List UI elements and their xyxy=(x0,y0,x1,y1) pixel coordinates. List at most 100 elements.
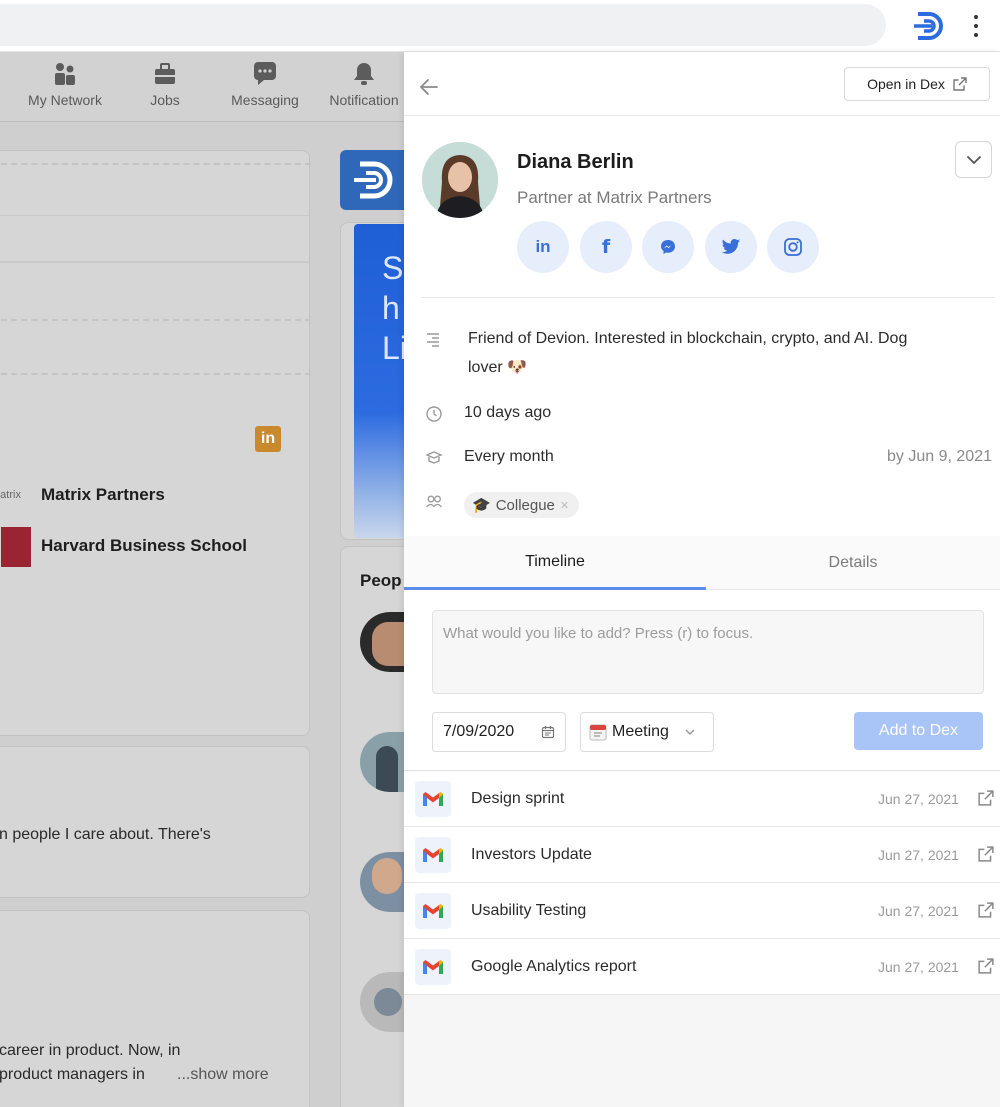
ad-letter: S xyxy=(382,250,404,286)
graduation-cap-icon: 🎓 xyxy=(472,497,491,514)
matrix-logo: matrix xyxy=(0,489,21,501)
nav-my-network[interactable]: My Network xyxy=(15,60,115,108)
linkedin-nav: My Network Jobs Messaging Notification xyxy=(0,52,404,122)
nav-label: My Network xyxy=(28,92,102,108)
note-input[interactable] xyxy=(432,610,984,694)
open-in-dex-label: Open in Dex xyxy=(867,76,945,92)
nav-label: Notification xyxy=(329,92,399,108)
nav-messaging[interactable]: Messaging xyxy=(215,60,315,108)
last-contacted: 10 days ago xyxy=(464,404,552,421)
divider xyxy=(422,297,994,298)
description-line: Friend of Devion. Interested in blockcha… xyxy=(468,330,908,347)
gmail-icon xyxy=(415,949,451,985)
timeline-list: Design sprint Jun 27, 2021 Investors Upd… xyxy=(404,770,1000,995)
bell-icon xyxy=(350,60,378,88)
instagram-icon[interactable] xyxy=(767,221,819,273)
browser-toolbar xyxy=(0,0,1000,52)
calendar-icon xyxy=(541,726,555,739)
twitter-icon[interactable] xyxy=(705,221,757,273)
nav-label: Messaging xyxy=(231,92,299,108)
panel-empty-area xyxy=(404,995,1000,1107)
type-value: Meeting xyxy=(612,723,669,740)
linkedin-logo-icon: in xyxy=(255,426,281,452)
timeline-date: Jun 27, 2021 xyxy=(878,958,959,975)
add-to-dex-button[interactable]: Add to Dex xyxy=(854,712,983,750)
reminder-due-date: by Jun 9, 2021 xyxy=(887,448,992,465)
tab-label: Details xyxy=(828,554,878,571)
remove-tag-icon[interactable]: ✕ xyxy=(560,499,569,512)
blue-ad-banner[interactable]: S h Li xyxy=(354,224,407,538)
kebab-menu-icon[interactable] xyxy=(968,12,984,40)
open-in-dex-button[interactable]: Open in Dex xyxy=(844,67,990,101)
tab-label: Timeline xyxy=(525,552,585,570)
tab-timeline[interactable]: Timeline xyxy=(404,536,706,590)
timeline-title: Usability Testing xyxy=(471,901,587,919)
gmail-icon xyxy=(415,893,451,929)
chat-bubble-icon xyxy=(251,60,279,88)
contact-title: Partner at Matrix Partners xyxy=(517,188,712,207)
contact-name: Diana Berlin xyxy=(517,151,634,173)
people-heading: Peop xyxy=(360,571,402,590)
ad-letter: h xyxy=(382,290,400,326)
reminder-frequency[interactable]: Every month xyxy=(464,442,554,471)
hbs-logo xyxy=(1,527,31,567)
contact-avatar xyxy=(422,142,498,218)
date-value: 7/09/2020 xyxy=(443,723,515,740)
external-link-icon[interactable] xyxy=(978,790,994,806)
timeline-item[interactable]: Usability Testing Jun 27, 2021 xyxy=(404,883,1000,939)
about-card: career in product. Now, in product manag… xyxy=(0,910,310,1107)
back-arrow-icon[interactable] xyxy=(418,76,440,98)
about-line-2: product managers in xyxy=(0,1066,145,1083)
tag-label: Collegue xyxy=(495,496,555,514)
messenger-icon[interactable] xyxy=(642,221,694,273)
tab-details[interactable]: Details xyxy=(706,536,1000,590)
tag-chip[interactable]: 🎓 Collegue ✕ xyxy=(464,492,580,518)
clock-icon xyxy=(424,404,444,424)
tabs-bar: Timeline Details xyxy=(404,536,1000,590)
timeline-item[interactable]: Investors Update Jun 27, 2021 xyxy=(404,827,1000,883)
gmail-icon xyxy=(415,781,451,817)
company-matrix[interactable]: Matrix Partners xyxy=(41,485,165,505)
gmail-icon xyxy=(415,837,451,873)
chevron-down-icon xyxy=(685,729,695,735)
post-card: n people I care about. There's xyxy=(0,746,310,898)
description-line: lover 🐶 xyxy=(468,359,528,376)
about-line-1: career in product. Now, in xyxy=(0,1042,181,1059)
timeline-title: Google Analytics report xyxy=(471,957,637,975)
timeline-date: Jun 27, 2021 xyxy=(878,790,959,807)
groups-icon xyxy=(424,492,444,512)
calendar-emoji-icon xyxy=(589,724,607,741)
timeline-item[interactable]: Google Analytics report Jun 27, 2021 xyxy=(404,939,1000,995)
timeline-title: Investors Update xyxy=(471,845,592,863)
timeline-date: Jun 27, 2021 xyxy=(878,846,959,863)
nav-notifications[interactable]: Notification xyxy=(314,60,414,108)
facebook-icon[interactable]: f xyxy=(580,221,632,273)
linkedin-icon[interactable]: in xyxy=(517,221,569,273)
interaction-type-select[interactable]: Meeting xyxy=(580,712,714,752)
external-link-icon[interactable] xyxy=(978,846,994,862)
external-link-icon xyxy=(953,77,967,91)
reminder-frequency-icon xyxy=(424,448,444,468)
dex-banner-logo xyxy=(340,150,404,210)
post-snippet: n people I care about. There's xyxy=(0,826,211,843)
timeline-date: Jun 27, 2021 xyxy=(878,902,959,919)
briefcase-icon xyxy=(151,60,179,88)
dex-side-panel: Open in Dex Diana Berlin Partner at Matr… xyxy=(404,52,1000,1107)
panel-header: Open in Dex xyxy=(404,52,1000,116)
show-more-link[interactable]: ...show more xyxy=(177,1066,269,1084)
external-link-icon[interactable] xyxy=(978,958,994,974)
profile-card: in matrix Matrix Partners Harvard Busine… xyxy=(0,150,311,736)
people-icon xyxy=(51,60,79,88)
notes-icon xyxy=(424,330,444,350)
school-hbs[interactable]: Harvard Business School xyxy=(41,536,247,556)
contact-description: Friend of Devion. Interested in blockcha… xyxy=(468,324,907,382)
address-bar[interactable] xyxy=(0,4,886,46)
nav-jobs[interactable]: Jobs xyxy=(115,60,215,108)
nav-label: Jobs xyxy=(150,92,180,108)
external-link-icon[interactable] xyxy=(978,902,994,918)
timeline-item[interactable]: Design sprint Jun 27, 2021 xyxy=(404,771,1000,827)
dex-extension-icon[interactable] xyxy=(912,10,946,42)
date-picker[interactable]: 7/09/2020 xyxy=(432,712,566,752)
timeline-title: Design sprint xyxy=(471,789,565,807)
chevron-down-icon[interactable] xyxy=(955,141,992,178)
